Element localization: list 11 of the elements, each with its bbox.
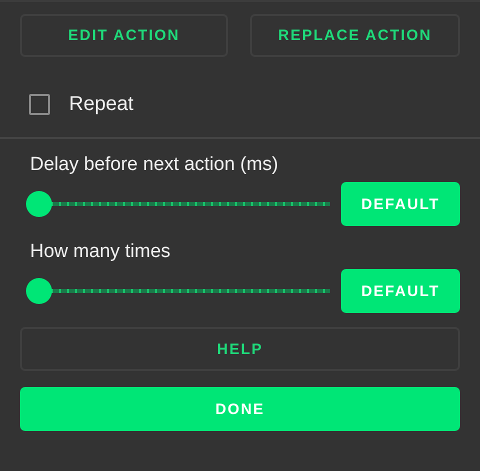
- action-button[interactable]: EDIT ACTION: [20, 14, 228, 57]
- help-button[interactable]: HELP: [20, 327, 460, 371]
- slider-label: How many times: [30, 241, 172, 263]
- slider-thumb[interactable]: [26, 278, 52, 304]
- checkbox[interactable]: [29, 94, 50, 114]
- slider-thumb[interactable]: [26, 191, 52, 217]
- slider[interactable]: [26, 278, 330, 304]
- slider-label: Delay before next action (ms): [30, 154, 280, 176]
- checkbox-label: Repeat: [69, 92, 134, 116]
- slider[interactable]: [26, 191, 330, 217]
- action-button[interactable]: REPLACE ACTION: [250, 14, 460, 57]
